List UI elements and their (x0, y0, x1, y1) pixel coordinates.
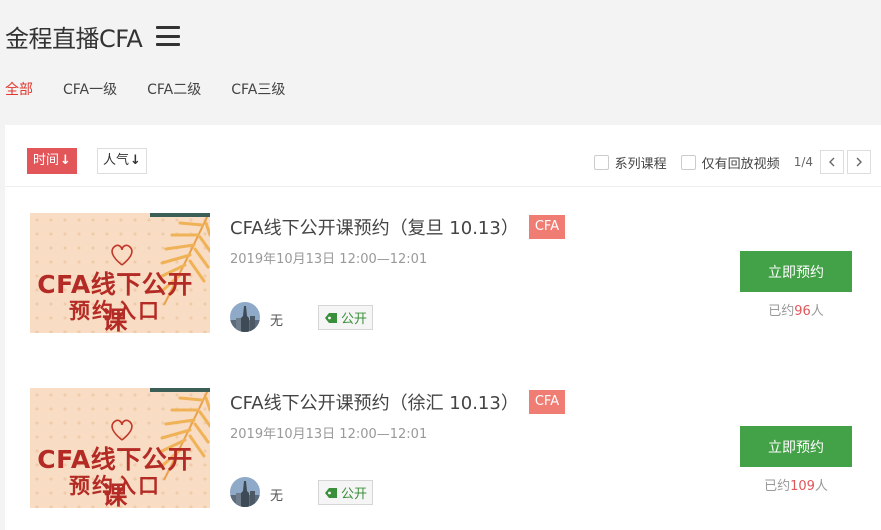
sort-by-time-button[interactable]: 时间↓ (27, 148, 77, 174)
course-list-panel: 时间↓ 人气↓ 系列课程 仅有回放视频 1/4 CFA线下公开课 预约入口 CF… (5, 125, 881, 530)
public-label: 公开 (341, 312, 368, 327)
hamburger-menu-icon[interactable] (156, 26, 181, 46)
reservation-prefix: 已约 (764, 479, 791, 494)
thumbnail-subcaption: 预约入口 (69, 299, 161, 323)
list-toolbar: 时间↓ 人气↓ 系列课程 仅有回放视频 1/4 (5, 125, 881, 187)
next-page-button[interactable] (847, 150, 871, 174)
thumbnail-subcaption: 预约入口 (69, 474, 161, 498)
course-thumbnail[interactable]: CFA线下公开课 预约入口 (30, 213, 210, 333)
page-header: 金程直播CFA (5, 18, 181, 54)
course-title-text[interactable]: CFA线下公开课预约（徐汇 10.13） (230, 389, 519, 415)
course-time: 2019年10月13日 12:00—12:01 (230, 252, 428, 267)
teacher-name: 无 (270, 314, 284, 329)
teacher-avatar (230, 302, 260, 332)
course-thumbnail[interactable]: CFA线下公开课 预约入口 (30, 388, 210, 508)
reservation-number: 96 (794, 304, 811, 319)
tab-cfa-level-2[interactable]: CFA二级 (147, 80, 201, 100)
chevron-left-icon (829, 157, 835, 167)
public-badge: 公开 (318, 480, 374, 505)
course-item[interactable]: CFA线下公开课 预约入口 CFA线下公开课预约（复旦 10.13） CFA 2… (5, 213, 881, 333)
page-title: 金程直播CFA (5, 24, 143, 53)
teacher-name: 无 (270, 489, 284, 504)
public-badge: 公开 (318, 305, 374, 330)
heart-doodle-icon (111, 419, 133, 441)
sort-by-popularity-button[interactable]: 人气↓ (97, 148, 147, 174)
tag-icon (325, 487, 337, 498)
public-label: 公开 (341, 487, 368, 502)
tag-icon (325, 312, 337, 323)
arrow-down-icon: ↓ (60, 153, 71, 168)
course-item[interactable]: CFA线下公开课 预约入口 CFA线下公开课预约（徐汇 10.13） CFA 2… (5, 388, 881, 508)
course-title[interactable]: CFA线下公开课预约（复旦 10.13） CFA (230, 214, 566, 240)
course-title[interactable]: CFA线下公开课预约（徐汇 10.13） CFA (230, 389, 566, 415)
reservation-suffix: 人 (810, 304, 824, 319)
sort-by-time-label: 时间 (33, 153, 60, 168)
category-tabs: 全部 CFA一级 CFA二级 CFA三级 (5, 80, 315, 100)
checkbox-box[interactable] (680, 154, 696, 170)
tab-cfa-level-1[interactable]: CFA一级 (63, 80, 117, 100)
reservation-prefix: 已约 (768, 304, 795, 319)
list-filters: 系列课程 仅有回放视频 1/4 (593, 150, 871, 174)
course-title-text[interactable]: CFA线下公开课预约（复旦 10.13） (230, 214, 519, 240)
page-indicator: 1/4 (793, 155, 813, 169)
category-tag: CFA (528, 215, 566, 239)
series-course-checkbox[interactable]: 系列课程 (593, 153, 667, 172)
checkbox-box[interactable] (593, 154, 609, 170)
replay-only-label: 仅有回放视频 (701, 156, 780, 172)
heart-doodle-icon (111, 244, 133, 266)
course-time: 2019年10月13日 12:00—12:01 (230, 427, 428, 442)
chevron-right-icon (856, 157, 862, 167)
reserve-button[interactable]: 立即预约 (740, 251, 852, 292)
tab-all[interactable]: 全部 (5, 80, 33, 100)
teacher-avatar (230, 477, 260, 507)
prev-page-button[interactable] (820, 150, 844, 174)
reserve-button[interactable]: 立即预约 (740, 426, 852, 467)
series-course-label: 系列课程 (614, 156, 667, 172)
reservation-count: 已约109人 (740, 475, 852, 494)
reservation-count: 已约96人 (740, 300, 852, 319)
sort-by-popularity-label: 人气 (103, 153, 130, 168)
replay-only-checkbox[interactable]: 仅有回放视频 (680, 153, 780, 172)
category-tag: CFA (528, 390, 566, 414)
arrow-down-icon: ↓ (130, 153, 141, 168)
reservation-number: 109 (790, 479, 815, 494)
tab-cfa-level-3[interactable]: CFA三级 (231, 80, 285, 100)
reservation-suffix: 人 (814, 479, 828, 494)
